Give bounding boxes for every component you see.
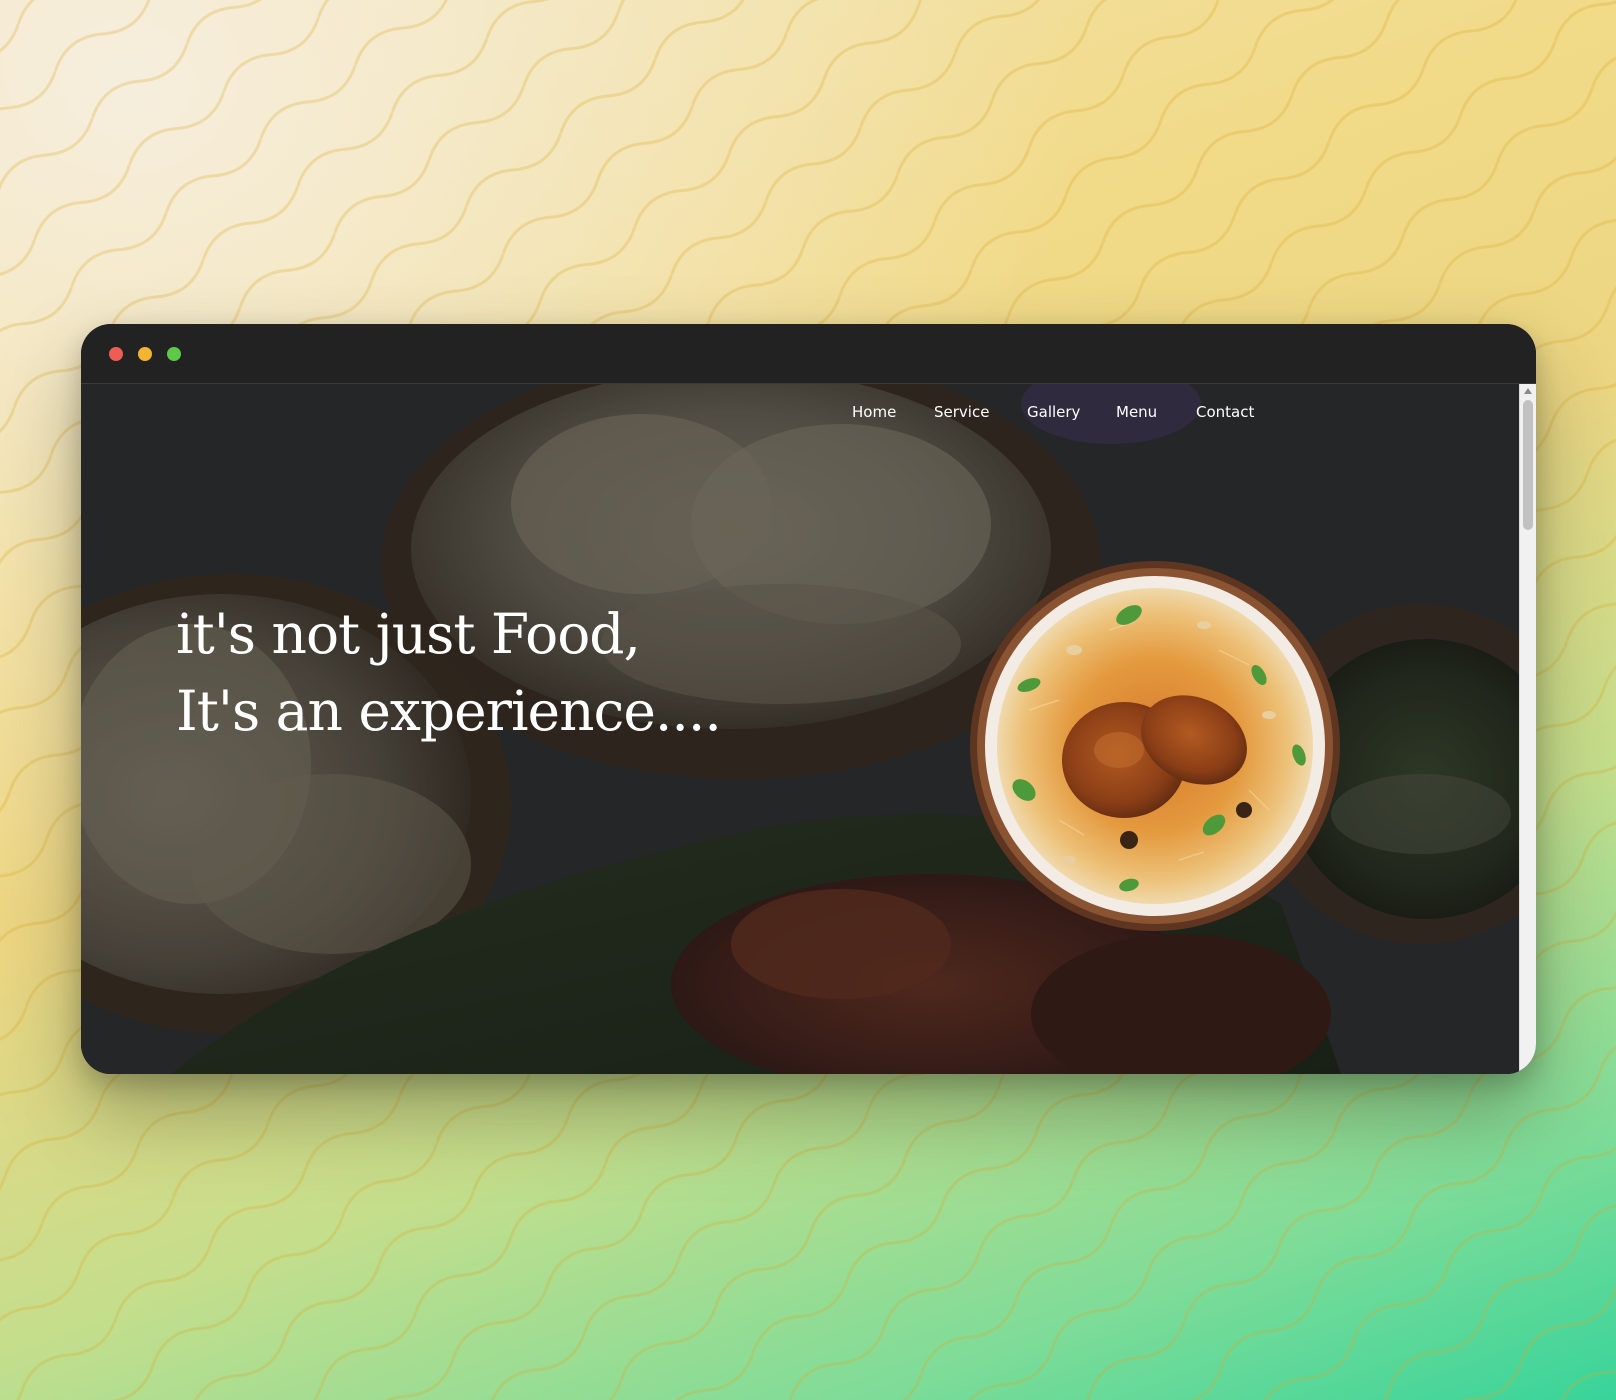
hero-headline-line-1: it's not just Food, xyxy=(176,602,641,666)
nav-link-menu[interactable]: Menu xyxy=(1116,402,1157,422)
minimize-window-button[interactable] xyxy=(138,347,152,361)
page-scrollbar[interactable] xyxy=(1519,384,1536,1074)
biryani-bowl-image xyxy=(970,561,1340,931)
nav-link-gallery[interactable]: Gallery xyxy=(1027,402,1080,422)
nav-link-contact[interactable]: Contact xyxy=(1196,402,1254,422)
scroll-up-arrow-icon[interactable] xyxy=(1524,388,1532,394)
window-titlebar xyxy=(81,324,1536,384)
maximize-window-button[interactable] xyxy=(167,347,181,361)
hero-headline: it's not just Food, It's an experience..… xyxy=(176,596,722,750)
close-window-button[interactable] xyxy=(109,347,123,361)
page-viewport: Home Service Gallery Menu Contact it's n… xyxy=(81,384,1520,1074)
scrollbar-thumb[interactable] xyxy=(1523,400,1533,530)
nav-link-service[interactable]: Service xyxy=(934,402,989,422)
nav-link-home[interactable]: Home xyxy=(852,402,896,422)
hero-headline-line-2: It's an experience.... xyxy=(176,679,722,743)
browser-window: Home Service Gallery Menu Contact it's n… xyxy=(81,324,1536,1074)
main-navigation: Home Service Gallery Menu Contact xyxy=(81,402,1520,432)
